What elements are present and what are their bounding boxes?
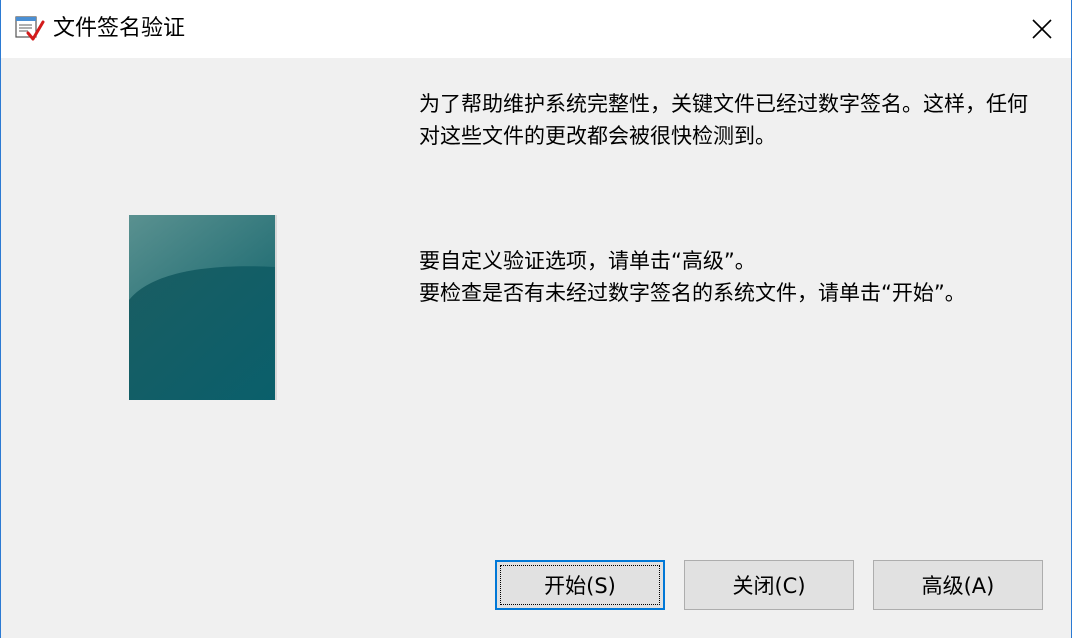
- instructions-paragraph: 要自定义验证选项，请单击“高级”。 要检查是否有未经过数字签名的系统文件，请单击…: [419, 245, 979, 309]
- window-title: 文件签名验证: [53, 16, 186, 41]
- decorative-graphic: [129, 215, 277, 400]
- title-bar[interactable]: 文件签名验证: [1, 0, 1071, 58]
- start-instruction: 要检查是否有未经过数字签名的系统文件，请单击“开始”。: [419, 281, 966, 305]
- close-icon: [1032, 19, 1052, 39]
- advanced-instruction: 要自定义验证选项，请单击“高级”。: [419, 249, 756, 273]
- description-paragraph: 为了帮助维护系统完整性，关键文件已经过数字签名。这样，任何对这些文件的更改都会被…: [419, 92, 1028, 148]
- advanced-button[interactable]: 高级(A): [873, 560, 1043, 610]
- start-button[interactable]: 开始(S): [495, 560, 665, 610]
- signature-verify-icon: [15, 16, 45, 41]
- dialog-window: 文件签名验证 为了帮助维护系统完整性，关键文件已经过数字签名。这样，任何对这些文…: [0, 0, 1072, 638]
- close-button[interactable]: 关闭(C): [684, 560, 854, 610]
- close-window-button[interactable]: [1013, 0, 1071, 58]
